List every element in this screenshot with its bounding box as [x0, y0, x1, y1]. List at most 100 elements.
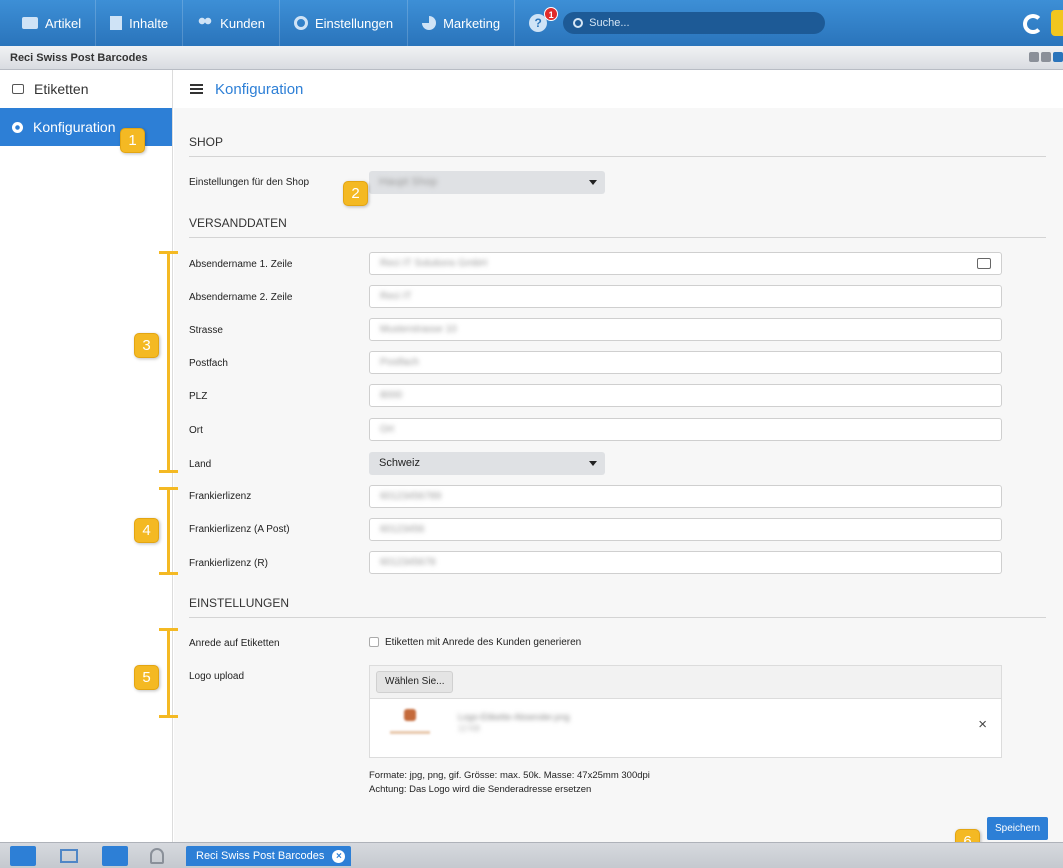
window-controls: [1029, 52, 1063, 62]
field-label: Absendername 1. Zeile: [189, 259, 293, 270]
contact-card-icon[interactable]: [977, 258, 991, 269]
field-value: 60123456: [380, 524, 425, 535]
format-hint: Formate: jpg, png, gif. Grösse: max. 50k…: [369, 770, 650, 781]
pie-chart-icon: [422, 16, 437, 30]
license-label: Frankierlizenz: [189, 491, 252, 502]
nav-artikel-label: Artikel: [45, 15, 82, 31]
field-value: 60123456789: [380, 491, 442, 502]
clock-icon[interactable]: [102, 846, 128, 866]
sidebar-item-label: Etiketten: [34, 81, 89, 97]
field-value: 6012345678: [380, 557, 436, 568]
nav-kunden[interactable]: Kunden: [183, 0, 280, 46]
nav-inhalte-label: Inhalte: [129, 15, 169, 31]
field-label: Strasse: [189, 325, 223, 336]
thumbnail-mark: [404, 709, 416, 721]
maximize-icon[interactable]: [1041, 52, 1051, 62]
annotation-bracket-5: [159, 628, 178, 718]
field-label: Postfach: [189, 358, 228, 369]
frankierlizenz-apost-input[interactable]: 60123456: [369, 518, 1002, 541]
ort-input[interactable]: Ort: [369, 418, 1002, 441]
land-select[interactable]: Schweiz: [369, 452, 605, 475]
nav-einstellungen-label: Einstellungen: [315, 15, 394, 31]
strasse-input[interactable]: Musterstrasse 10: [369, 318, 1002, 341]
field-value: 8000: [380, 390, 403, 401]
close-icon[interactable]: ×: [332, 849, 346, 863]
windows-icon[interactable]: [60, 849, 78, 863]
choose-file-button[interactable]: Wählen Sie...: [376, 671, 454, 693]
shop-label: Einstellungen für den Shop: [189, 177, 310, 188]
search-icon: [573, 18, 584, 28]
logo-warning-hint: Achtung: Das Logo wird die Senderadresse…: [369, 784, 592, 795]
license-label: Frankierlizenz (R): [189, 558, 268, 569]
anrede-checkbox[interactable]: [369, 637, 379, 647]
help-button[interactable]: ? 1: [529, 7, 559, 32]
chevron-down-icon: [589, 180, 597, 185]
document-icon: [110, 16, 123, 30]
sidebar-item-etiketten[interactable]: Etiketten: [0, 70, 172, 108]
main-panel: Konfiguration SHOP Einstellungen für den…: [174, 70, 1063, 842]
sidebar-item-konfiguration[interactable]: Konfiguration: [0, 108, 172, 146]
bottom-dock: Reci Swiss Post Barcodes ×: [0, 842, 1063, 868]
license-label: Frankierlizenz (A Post): [189, 524, 290, 535]
shop-select[interactable]: Haupt Shop: [369, 171, 605, 194]
minimize-icon[interactable]: [1029, 52, 1039, 62]
land-select-value: Schweiz: [379, 457, 420, 469]
gear-icon: [12, 121, 23, 133]
absender2-input[interactable]: Reci IT: [369, 285, 1002, 308]
chevron-down-icon: [589, 461, 597, 466]
sidebar: Etiketten Konfiguration: [0, 70, 173, 842]
menu-icon[interactable]: [190, 84, 203, 94]
remove-file-icon[interactable]: ×: [978, 716, 987, 733]
task-reci-swiss-post[interactable]: Reci Swiss Post Barcodes ×: [186, 846, 352, 866]
page-title: Konfiguration: [215, 80, 304, 98]
search-input[interactable]: Suche...: [563, 12, 826, 34]
absender1-input[interactable]: Reci IT Solutions GmbH: [369, 252, 1002, 275]
bell-icon[interactable]: [150, 848, 164, 864]
frankierlizenz-r-input[interactable]: 6012345678: [369, 551, 1002, 574]
nav-inhalte[interactable]: Inhalte: [96, 0, 184, 46]
field-label: PLZ: [189, 391, 208, 402]
logo-upload-label: Logo upload: [189, 671, 245, 682]
page-header: Konfiguration: [174, 70, 1063, 108]
section-einstellungen: EINSTELLUNGEN: [189, 596, 1046, 618]
nav-marketing[interactable]: Marketing: [408, 0, 516, 46]
logo-upload-box: Wählen Sie... Logo-Etikette-Absender.png…: [369, 665, 1002, 758]
postfach-input[interactable]: Postfach: [369, 351, 1002, 374]
nav-einstellungen[interactable]: Einstellungen: [280, 0, 409, 46]
field-label: Ort: [189, 425, 203, 436]
plz-input[interactable]: 8000: [369, 384, 1002, 407]
nav-artikel[interactable]: Artikel: [0, 0, 97, 46]
help-icon: ?: [534, 16, 542, 30]
annotation-marker-1: 1: [120, 128, 145, 153]
nav-kunden-label: Kunden: [220, 15, 265, 31]
users-icon: [197, 17, 214, 29]
field-value: Ort: [380, 424, 394, 435]
label-icon: [12, 84, 24, 94]
logout-icon[interactable]: [10, 846, 36, 866]
shop-select-value: Haupt Shop: [379, 176, 438, 188]
window-title-bar: Reci Swiss Post Barcodes: [0, 46, 1063, 70]
task-label: Reci Swiss Post Barcodes: [196, 850, 325, 862]
upload-toolbar: Wählen Sie...: [370, 666, 1001, 699]
field-label: Absendername 2. Zeile: [189, 292, 293, 303]
nav-marketing-label: Marketing: [443, 15, 501, 31]
frankierlizenz-input[interactable]: 60123456789: [369, 485, 1002, 508]
annotation-marker-3: 3: [134, 333, 159, 358]
gear-icon: [294, 16, 308, 30]
anrede-checkbox-label[interactable]: Etiketten mit Anrede des Kunden generier…: [385, 637, 581, 648]
section-versanddaten: VERSANDDATEN: [189, 216, 1046, 238]
annotation-bracket-3: [159, 251, 178, 473]
thumbnail-line: [390, 731, 430, 734]
sidebar-item-label: Konfiguration: [33, 119, 116, 135]
section-shop: SHOP: [189, 135, 1046, 157]
anrede-label: Anrede auf Etiketten: [189, 638, 280, 649]
save-button[interactable]: Speichern: [987, 817, 1049, 840]
annotation-bracket-4: [159, 487, 178, 575]
annotation-marker-5: 5: [134, 665, 159, 690]
top-navigation: Artikel Inhalte Kunden Einstellungen Mar…: [0, 0, 1063, 46]
field-value: Reci IT Solutions GmbH: [380, 258, 488, 269]
land-label: Land: [189, 459, 212, 470]
close-icon[interactable]: [1053, 52, 1063, 62]
field-value: Reci IT: [380, 291, 412, 302]
field-value: Postfach: [380, 357, 419, 368]
